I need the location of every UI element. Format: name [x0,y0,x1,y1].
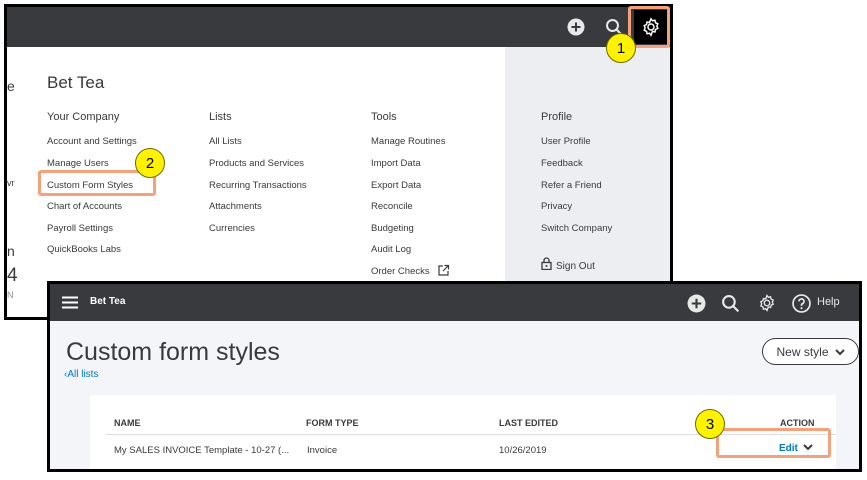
clipped-text: N [7,290,14,300]
company-name: Bet Tea [47,73,105,92]
row-form-type: Invoice [307,445,338,456]
clipped-text: 4 [7,265,17,286]
page-title: Custom form styles [66,338,280,366]
menu-item-budgeting[interactable]: Budgeting [371,223,414,234]
menu-item-refer-a-friend[interactable]: Refer a Friend [541,180,602,191]
gear-menu-screenshot: e vr n 4 N Bet Tea Your Company Account … [4,4,673,320]
plus-icon[interactable] [565,16,587,38]
search-icon[interactable] [720,293,740,313]
top-navbar: Bet Tea Help [50,284,859,321]
column-header-name[interactable]: NAME [114,418,141,428]
menu-item-feedback[interactable]: Feedback [541,158,583,169]
column-heading-your-company: Your Company [47,111,120,123]
menu-item-switch-company[interactable]: Switch Company [541,223,612,234]
menu-item-attachments[interactable]: Attachments [209,201,262,212]
callout-1: 1 [606,33,636,63]
external-link-icon [437,264,450,282]
lock-icon [541,257,552,275]
menu-item-products-services[interactable]: Products and Services [209,158,304,169]
custom-form-styles-highlight-box [38,170,156,196]
all-lists-label: All lists [67,369,99,380]
row-last-edited: 10/26/2019 [499,445,547,456]
clipped-text: vr [7,178,15,188]
back-to-all-lists-link[interactable]: ‹All lists [64,369,98,380]
menu-item-recurring-transactions[interactable]: Recurring Transactions [209,180,307,191]
menu-item-export-data[interactable]: Export Data [371,180,421,191]
menu-item-user-profile[interactable]: User Profile [541,136,591,147]
gear-icon[interactable] [756,292,778,314]
sign-out-link[interactable]: Sign Out [556,261,595,272]
menu-item-account-settings[interactable]: Account and Settings [47,136,137,147]
help-label[interactable]: Help [817,296,840,308]
hamburger-icon[interactable] [62,296,78,314]
menu-item-order-checks[interactable]: Order Checks [371,266,430,277]
help-icon[interactable] [791,293,811,313]
menu-item-all-lists[interactable]: All Lists [209,136,242,147]
column-heading-profile: Profile [541,111,573,123]
column-heading-lists: Lists [209,111,232,123]
menu-item-reconcile[interactable]: Reconcile [371,201,413,212]
menu-item-manage-routines[interactable]: Manage Routines [371,136,445,147]
edit-highlight-box [716,428,831,458]
top-navbar [7,7,670,47]
chevron-down-icon [834,345,845,359]
app-company-name: Bet Tea [90,296,126,307]
menu-item-payroll-settings[interactable]: Payroll Settings [47,223,113,234]
callout-2: 2 [135,148,165,178]
column-header-action: ACTION [780,418,815,428]
column-header-last-edited[interactable]: LAST EDITED [499,418,558,428]
new-style-label: New style [776,344,829,359]
column-header-form-type[interactable]: FORM TYPE [306,418,359,428]
menu-item-chart-of-accounts[interactable]: Chart of Accounts [47,201,122,212]
menu-item-import-data[interactable]: Import Data [371,158,421,169]
new-style-button[interactable]: New style [762,338,859,365]
column-heading-tools: Tools [371,111,397,123]
clipped-text: n [7,243,15,259]
callout-3: 3 [695,409,725,439]
row-name[interactable]: My SALES INVOICE Template - 10-27 (... [114,445,289,456]
plus-icon[interactable] [686,293,706,313]
menu-item-privacy[interactable]: Privacy [541,201,572,212]
menu-item-audit-log[interactable]: Audit Log [371,244,411,255]
menu-item-manage-users[interactable]: Manage Users [47,158,109,169]
menu-item-quickbooks-labs[interactable]: QuickBooks Labs [47,244,121,255]
menu-item-currencies[interactable]: Currencies [209,223,255,234]
clipped-text: e [7,78,15,94]
